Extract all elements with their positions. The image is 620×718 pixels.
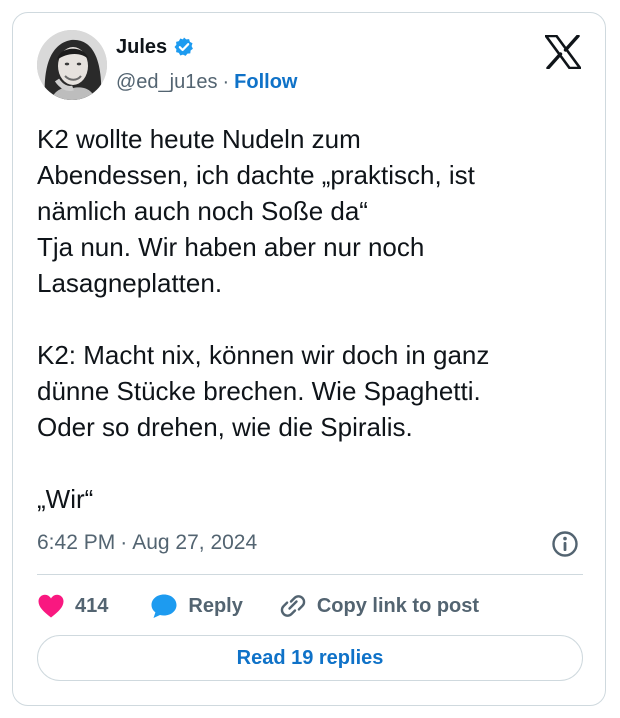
follow-link[interactable]: Follow [234,71,297,93]
tweet-date: Aug 27, 2024 [132,531,258,554]
author-name[interactable]: Jules [116,35,167,59]
heart-icon [38,594,64,618]
like-button[interactable]: 414 [37,593,108,619]
divider [37,574,583,575]
avatar-image [37,30,107,100]
avatar[interactable] [37,30,107,100]
timestamp-separator: · [120,531,128,554]
tweet-time: 6:42 PM [37,531,116,554]
handle-separator: · [222,71,230,93]
info-icon[interactable] [551,530,579,558]
action-bar: 414 Reply Copy link to post [37,587,479,625]
tweet-card: Jules @ed_ju1es · Follow K2 wollte heute N… [12,12,606,706]
verified-badge-icon [173,36,195,58]
reply-bubble-icon [151,594,177,618]
reply-label: Reply [188,594,243,617]
tweet-text: K2 wollte heute Nudeln zum Abendessen, i… [37,124,490,514]
x-logo-icon[interactable] [545,35,581,69]
read-replies-label: Read 19 replies [236,646,384,669]
copy-link-label: Copy link to post [316,594,480,617]
link-icon [280,595,306,617]
author-handle[interactable]: @ed_ju1es [116,71,217,93]
read-replies-button[interactable]: Read 19 replies [37,635,583,681]
copy-link-button[interactable]: Copy link to post [279,593,479,619]
author-handle-row: @ed_ju1es · Follow [116,69,297,95]
like-count: 414 [75,594,109,617]
author-name-row: Jules [116,35,195,59]
tweet-timestamp[interactable]: 6:42 PM · Aug 27, 2024 [37,529,257,557]
reply-button[interactable]: Reply [150,593,243,619]
